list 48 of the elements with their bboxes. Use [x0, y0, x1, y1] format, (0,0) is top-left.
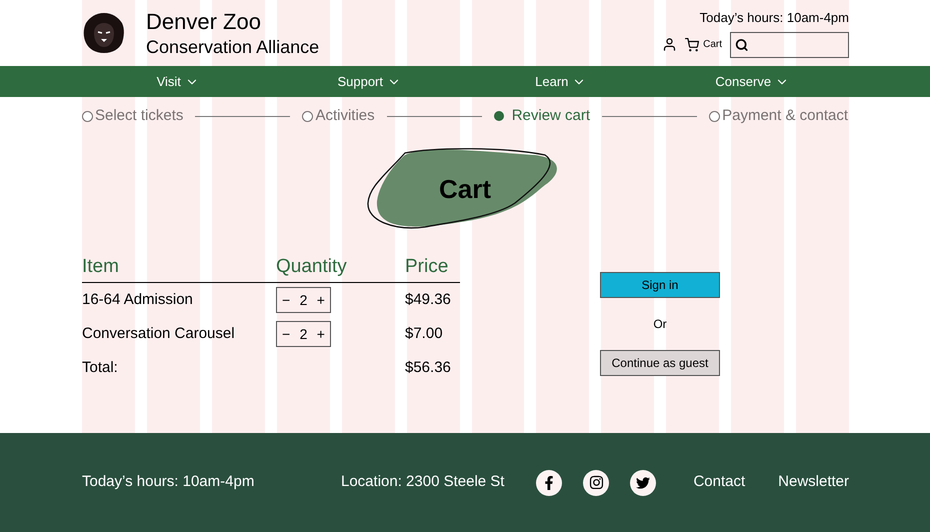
table-cell-text: 16-64 Admission: [82, 290, 194, 310]
decrement-button[interactable]: −: [280, 290, 292, 310]
progress-step[interactable]: Payment & contact: [709, 104, 848, 128]
quantity-value: 2: [300, 324, 308, 344]
nav-label: Learn: [535, 72, 568, 91]
table-cell-text: Conversation Carousel: [82, 324, 236, 344]
lion-head-icon: [82, 11, 126, 55]
twitter-icon[interactable]: [630, 470, 656, 496]
nav-menu-item[interactable]: Learn: [465, 66, 656, 97]
progress-step[interactable]: Activities: [302, 104, 375, 128]
progress-step[interactable]: Review cart: [494, 104, 590, 128]
nav-label: Visit: [156, 72, 181, 91]
user-icon[interactable]: [662, 37, 678, 52]
table-cell-text: $7.00: [405, 324, 443, 344]
instagram-icon[interactable]: [583, 470, 609, 496]
nav-menu-item[interactable]: Conserve: [656, 66, 848, 97]
column-header: Quantity: [276, 254, 348, 278]
column-header: Item: [82, 254, 120, 278]
hours-text: Today’s hours: 10am-4pm: [700, 9, 849, 28]
cart-icon: [685, 38, 700, 52]
increment-button[interactable]: +: [314, 324, 327, 344]
quantity-value: 2: [300, 290, 308, 310]
footer-link[interactable]: Newsletter: [778, 471, 849, 494]
column-header: Price: [405, 254, 448, 278]
table-cell-text: $49.36: [405, 290, 451, 310]
site-subtitle: Conservation Alliance: [146, 36, 320, 58]
increment-button[interactable]: +: [314, 290, 327, 310]
nav-menu-item[interactable]: Support: [274, 66, 465, 97]
cart-link[interactable]: Cart: [685, 37, 722, 52]
search-icon: [735, 36, 748, 53]
footer-link[interactable]: Contact: [693, 471, 746, 494]
cart-label: Cart: [703, 38, 722, 52]
search-field[interactable]: [730, 32, 849, 58]
total-label: Total:: [82, 358, 119, 378]
or-text: Or: [653, 316, 667, 333]
nav-label: Conserve: [715, 72, 772, 91]
page-title: Cart: [438, 172, 491, 206]
guest-button[interactable]: Continue as guest: [600, 350, 720, 376]
site-title: Denver Zoo: [146, 8, 262, 36]
nav-menu-item[interactable]: Visit: [82, 66, 274, 97]
footer-location: Location: 2300 Steele St: [341, 472, 506, 492]
total-price: $56.36: [405, 358, 451, 378]
progress-step[interactable]: Select tickets: [82, 104, 184, 128]
decrement-button[interactable]: −: [280, 324, 292, 344]
facebook-icon[interactable]: [536, 470, 562, 496]
sign-in-button[interactable]: Sign in: [600, 272, 720, 298]
footer-hours: Today’s hours: 10am-4pm: [82, 472, 256, 492]
nav-label: Support: [337, 72, 384, 91]
